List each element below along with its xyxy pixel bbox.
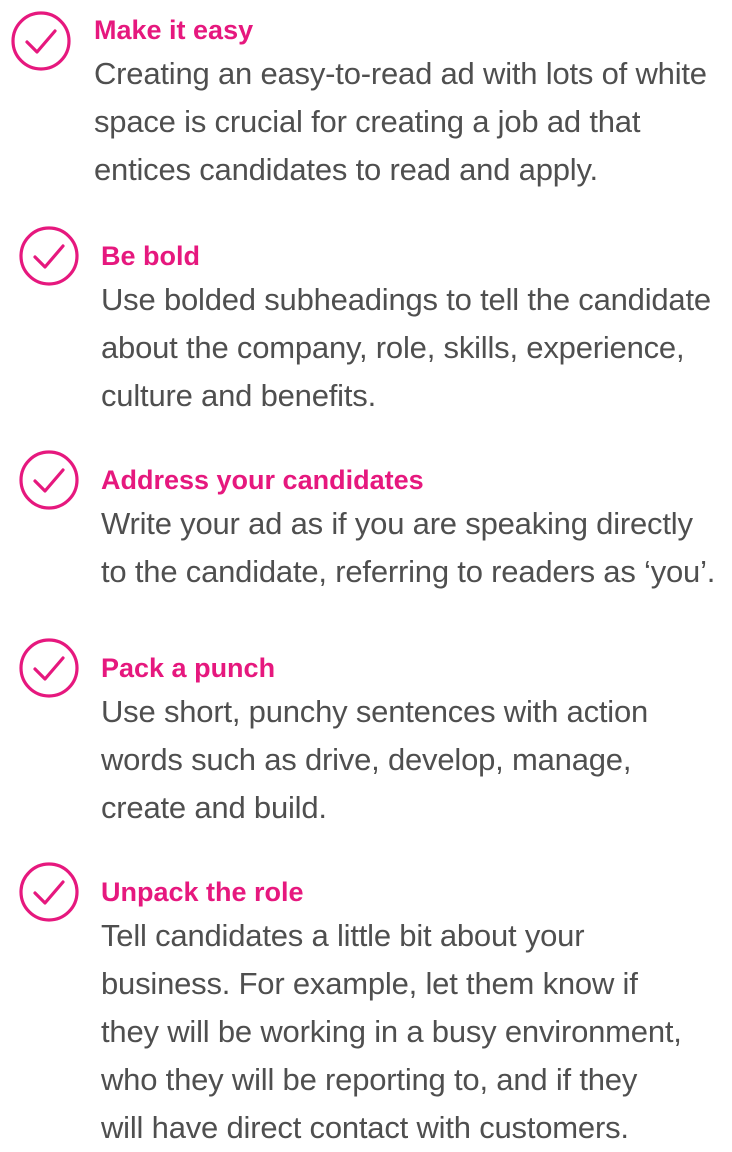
tip-title: Address your candidates <box>101 465 424 495</box>
tip-title: Make it easy <box>94 15 254 45</box>
tip-line: Use bolded subheadings to tell the candi… <box>101 282 711 317</box>
tip-line: space is crucial for creating a job ad t… <box>94 104 641 139</box>
tip-title: Unpack the role <box>101 877 304 907</box>
tip-line: they will be working in a busy environme… <box>101 1014 682 1049</box>
tip-line: culture and benefits. <box>101 378 376 413</box>
tip-title: Pack a punch <box>101 653 276 683</box>
check-circle-icon <box>18 637 80 699</box>
tips-list: Make it easy Creating an easy-to-read ad… <box>0 0 732 1145</box>
check-circle-icon <box>18 225 80 287</box>
tip-description: Use short, punchy sentences with action … <box>101 688 732 832</box>
check-circle-icon <box>18 861 80 923</box>
check-circle-icon <box>10 10 72 72</box>
tip-line: Use short, punchy sentences with action <box>101 694 649 729</box>
tip-line: business. For example, let them know if <box>101 966 638 1001</box>
tip-line: Creating an easy-to-read ad with lots of… <box>94 56 707 91</box>
tip-description: Creating an easy-to-read ad with lots of… <box>94 50 732 194</box>
tip-description: Tell candidates a little bit about your … <box>101 912 732 1152</box>
tip-description: Use bolded subheadings to tell the candi… <box>101 276 732 420</box>
tip-line: who they will be reporting to, and if th… <box>101 1062 638 1097</box>
tip-title: Be bold <box>101 241 200 271</box>
tip-line: Write your ad as if you are speaking dir… <box>101 506 693 541</box>
tip-line: words such as drive, develop, manage, <box>101 742 632 777</box>
tip-line: Tell candidates a little bit about your <box>101 918 585 953</box>
check-circle-icon <box>18 449 80 511</box>
tip-line: entices candidates to read and apply. <box>94 152 598 187</box>
tip-line: create and build. <box>101 790 327 825</box>
tip-line: to the candidate, referring to readers a… <box>101 554 716 589</box>
tip-description: Write your ad as if you are speaking dir… <box>101 500 732 596</box>
tip-line: will have direct contact with customers. <box>101 1110 629 1145</box>
tip-line: about the company, role, skills, experie… <box>101 330 685 365</box>
